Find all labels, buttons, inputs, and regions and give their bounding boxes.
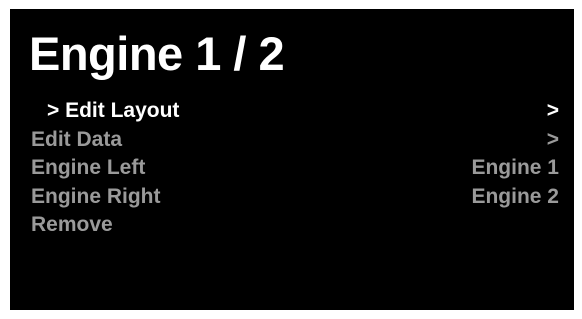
display-screen: Engine 1 / 2 > Edit Layout > Edit Data >… [10, 9, 574, 310]
menu-item-label: Engine Right [31, 184, 161, 208]
menu-item-engine-left[interactable]: Engine Left Engine 1 [31, 154, 559, 183]
menu-item-label: Remove [31, 213, 113, 236]
menu-item-label: Edit Data [31, 127, 123, 151]
chevron-right-icon: > [546, 127, 559, 151]
chevron-right-icon: > [546, 99, 559, 122]
menu-item-value: Engine 1 [471, 156, 559, 179]
menu-item-remove[interactable]: Remove [31, 211, 559, 240]
menu-item-label: > Edit Layout [47, 99, 180, 122]
menu-item-engine-right[interactable]: Engine Right Engine 2 [31, 183, 559, 212]
menu-item-edit-layout[interactable]: > Edit Layout > [31, 97, 559, 126]
page-title: Engine 1 / 2 [29, 27, 285, 80]
menu-list: > Edit Layout > Edit Data > Engine Left … [31, 97, 559, 240]
menu-item-value: Engine 2 [471, 184, 559, 208]
menu-item-edit-data[interactable]: Edit Data > [31, 126, 559, 155]
menu-item-label: Engine Left [31, 156, 146, 179]
